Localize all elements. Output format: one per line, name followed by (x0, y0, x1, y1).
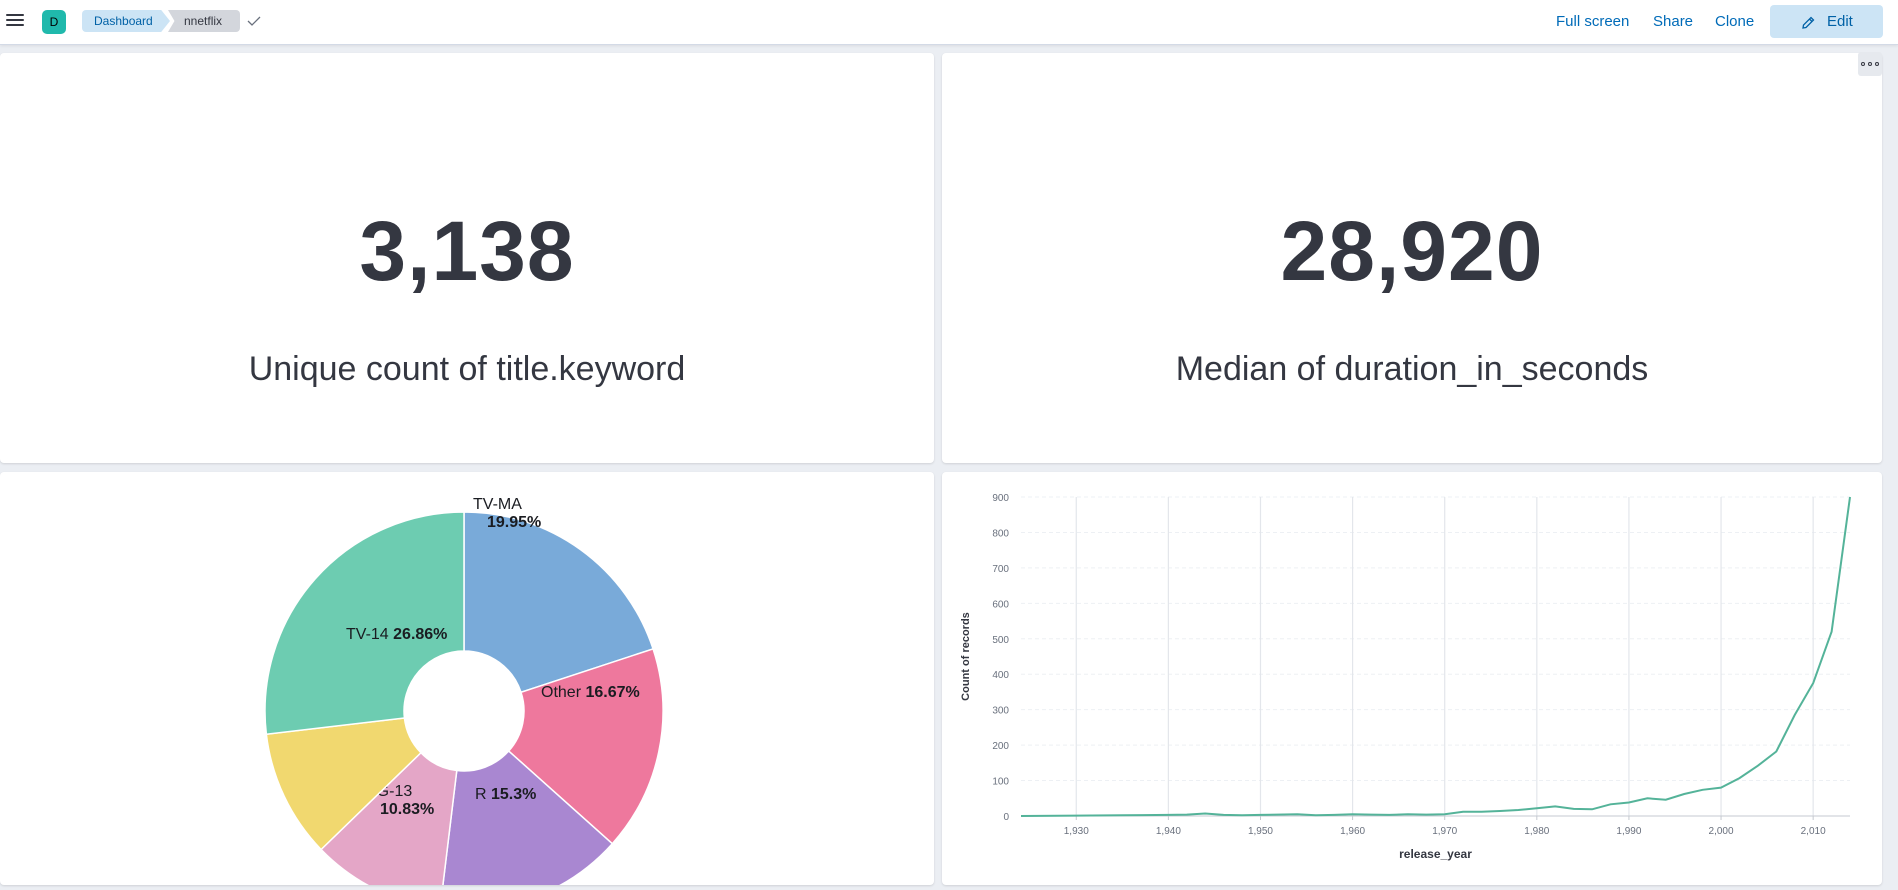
hamburger-menu-icon[interactable] (6, 11, 24, 29)
breadcrumb-current: nnetflix (168, 10, 240, 32)
edit-button[interactable]: Edit (1770, 5, 1883, 38)
pie-chart-panel: TV-MA 19.95% Other 16.67% R 15.3% PG-13 10.83… (0, 472, 934, 890)
y-axis-title: Count of records (960, 612, 972, 701)
line-chart: 0 100 200 300 400 500 600 700 800 900 1,930 1,940 1,… (960, 493, 1851, 861)
x-tick-label: 1,960 (1340, 826, 1365, 837)
x-tick-label: 2,000 (1709, 826, 1734, 837)
metric-value: 28,920 (1280, 204, 1544, 298)
edit-button-label: Edit (1827, 13, 1853, 30)
x-tick-label: 1,940 (1156, 826, 1181, 837)
y-tick-label: 0 (1003, 812, 1009, 823)
pencil-icon (1802, 16, 1815, 29)
line-chart-panel: 0 100 200 300 400 500 600 700 800 900 1,930 1,940 1,… (942, 472, 1882, 885)
breadcrumb-dashboard[interactable]: Dashboard (82, 10, 170, 32)
metric-panel-unique-count: 3,138 Unique count of title.keyword (0, 53, 934, 463)
share-button[interactable]: Share (1653, 13, 1693, 30)
pie-label: Other 16.67% (541, 684, 640, 701)
y-tick-label: 400 (992, 670, 1009, 681)
full-screen-button[interactable]: Full screen (1556, 13, 1629, 30)
top-nav-bar: D Dashboard nnetflix Full screen Share C… (0, 0, 1898, 45)
x-tick-label: 2,010 (1801, 826, 1826, 837)
y-tick-label: 300 (992, 706, 1009, 717)
pie-value-label: 10.83% (380, 801, 434, 818)
pie-chart: TV-MA19.95%Other 16.67%R 15.3%PG-1310.83… (264, 496, 664, 890)
space-avatar[interactable]: D (42, 10, 66, 34)
x-tick-label: 1,980 (1524, 826, 1549, 837)
x-tick-label: 1,970 (1432, 826, 1457, 837)
metric-value: 3,138 (359, 204, 575, 298)
x-tick-label: 1,950 (1248, 826, 1273, 837)
metric-panel-median-duration: 28,920 Median of duration_in_seconds (942, 53, 1882, 463)
pie-slice-tv-14[interactable] (264, 511, 465, 736)
y-tick-label: 500 (992, 635, 1009, 646)
check-icon (247, 16, 261, 26)
panel-options-icon[interactable] (1858, 52, 1882, 76)
y-tick-label: 900 (992, 493, 1009, 504)
y-tick-label: 100 (992, 777, 1009, 788)
pie-value-label: 19.95% (487, 514, 541, 531)
series-line[interactable] (1020, 496, 1851, 817)
pie-label: R 15.3% (475, 786, 536, 803)
y-tick-label: 700 (992, 564, 1009, 575)
x-axis-title: release_year (1399, 847, 1472, 861)
y-tick-label: 600 (992, 599, 1009, 610)
pie-label: TV-MA (473, 496, 522, 513)
metric-label: Median of duration_in_seconds (1175, 350, 1649, 388)
y-tick-label: 200 (992, 741, 1009, 752)
pie-label: TV-14 26.86% (346, 626, 447, 643)
y-tick-label: 800 (992, 528, 1009, 539)
x-tick-label: 1,990 (1616, 826, 1641, 837)
x-tick-label: 1,930 (1064, 826, 1089, 837)
metric-label: Unique count of title.keyword (248, 350, 686, 388)
clone-button[interactable]: Clone (1715, 13, 1754, 30)
